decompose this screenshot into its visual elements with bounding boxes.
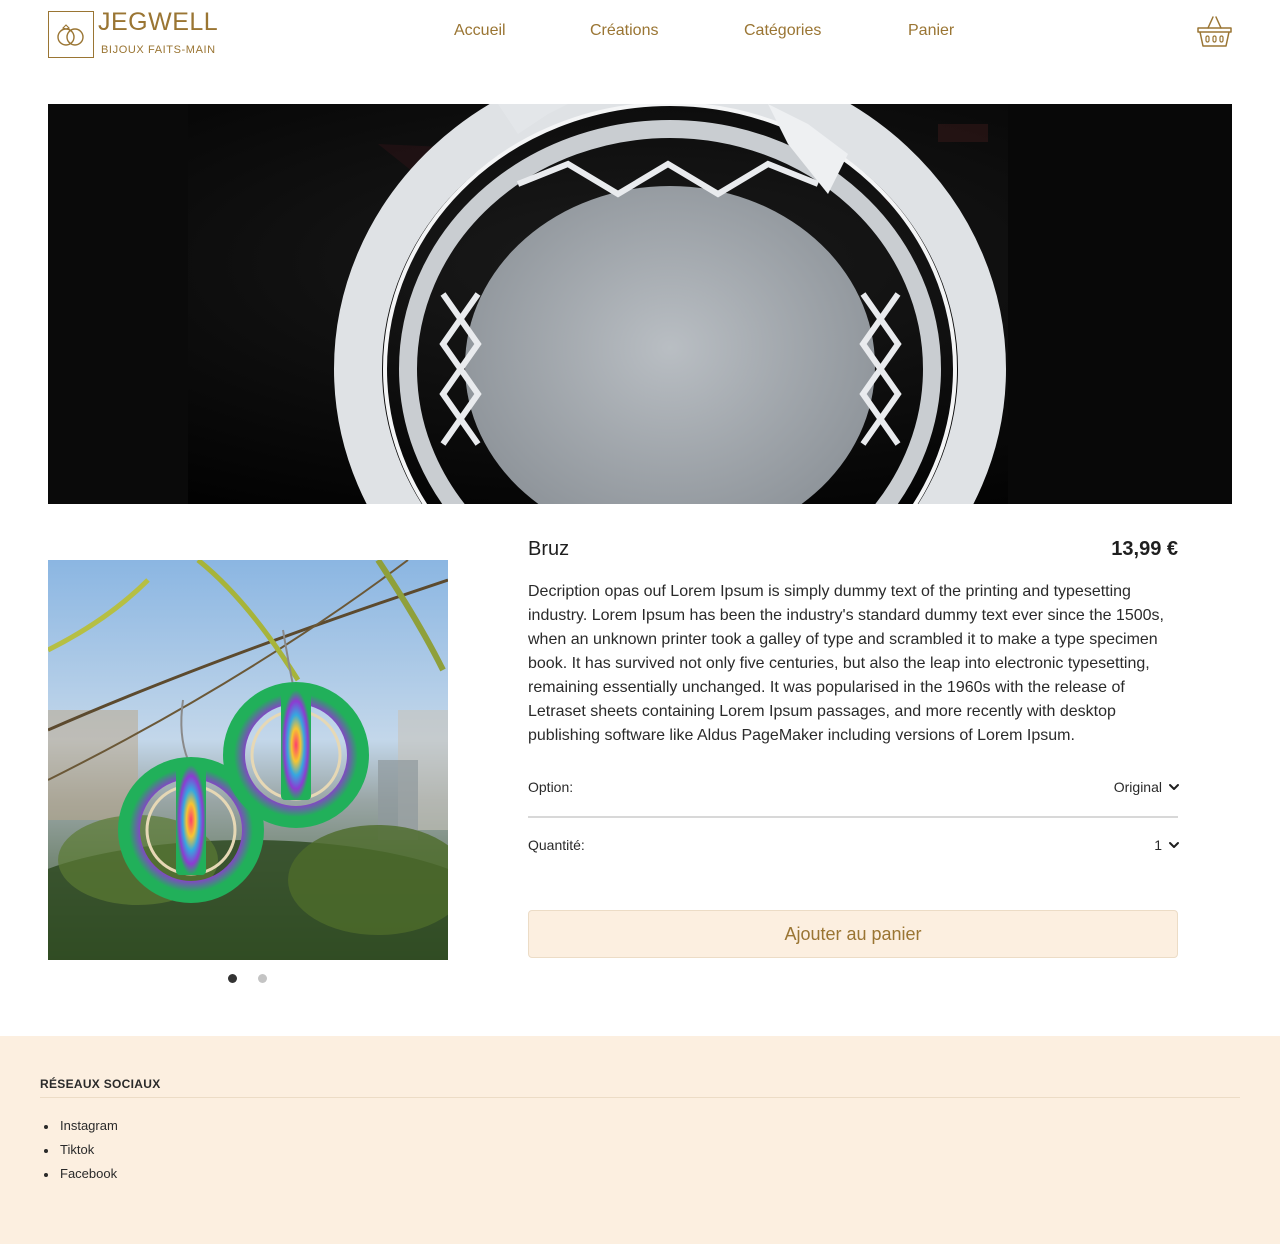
carousel-dot-1[interactable]	[228, 974, 237, 983]
nav-creations[interactable]: Créations	[590, 22, 658, 40]
footer-divider	[40, 1097, 1240, 1098]
add-to-cart-button[interactable]: Ajouter au panier	[528, 910, 1178, 958]
nav-categories[interactable]: Catégories	[744, 22, 821, 40]
social-link-instagram[interactable]: Instagram	[40, 1118, 118, 1142]
hero-banner	[48, 104, 1232, 504]
chevron-down-icon	[1169, 784, 1179, 790]
hero-image	[48, 104, 1232, 504]
product-description: Decription opas ouf Lorem Ipsum is simpl…	[528, 583, 1164, 744]
option-divider	[528, 816, 1178, 818]
option-label: Option:	[528, 779, 574, 795]
social-links: Instagram Tiktok Facebook	[40, 1118, 118, 1190]
social-link-facebook[interactable]: Facebook	[40, 1166, 118, 1190]
carousel-dot-2[interactable]	[258, 974, 267, 983]
nav-panier[interactable]: Panier	[908, 22, 954, 40]
product-name: Bruz	[528, 538, 570, 560]
nav-accueil[interactable]: Accueil	[454, 22, 506, 40]
carousel-dots	[228, 974, 268, 984]
main-nav: Accueil Créations Catégories Panier	[0, 22, 1280, 44]
basket-icon[interactable]	[1196, 14, 1233, 50]
quantity-select[interactable]: 1	[1154, 837, 1180, 853]
product-price: 13,99 €	[1111, 538, 1178, 560]
chevron-down-icon	[1169, 842, 1179, 848]
quantity-value: 1	[1154, 837, 1162, 853]
earrings-image	[48, 560, 448, 960]
site-header: JEGWELL BIJOUX FAITS-MAIN Accueil Créati…	[0, 0, 1280, 64]
quantity-label: Quantité:	[528, 837, 585, 853]
brand-tagline: BIJOUX FAITS-MAIN	[101, 44, 216, 56]
product-photo[interactable]	[48, 560, 448, 960]
option-value: Original	[1113, 779, 1162, 795]
site-footer: RÉSEAUX SOCIAUX Instagram Tiktok Faceboo…	[0, 1036, 1280, 1244]
social-link-tiktok[interactable]: Tiktok	[40, 1142, 118, 1166]
footer-social-title: RÉSEAUX SOCIAUX	[40, 1077, 161, 1091]
option-select[interactable]: Original	[1114, 779, 1180, 795]
